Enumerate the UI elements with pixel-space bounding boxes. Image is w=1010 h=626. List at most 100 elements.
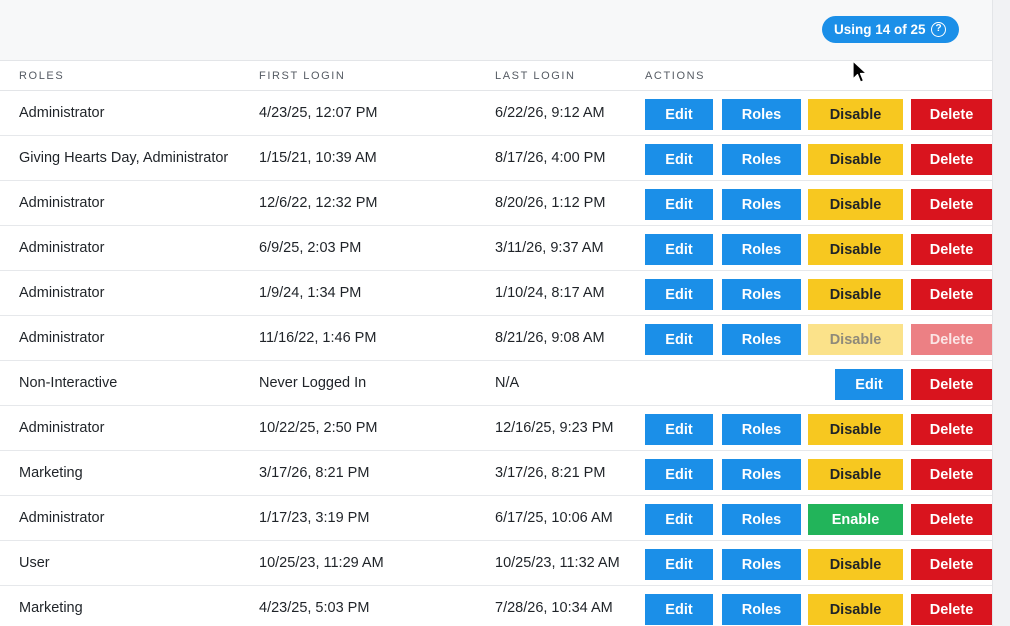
- edit-button[interactable]: Edit: [645, 459, 713, 490]
- delete-button[interactable]: Delete: [911, 504, 992, 535]
- delete-button: Delete: [911, 324, 992, 355]
- roles-button[interactable]: Roles: [722, 234, 801, 265]
- edit-button[interactable]: Edit: [645, 144, 713, 175]
- disable-button: Disable: [808, 324, 903, 355]
- edit-button[interactable]: Edit: [645, 189, 713, 220]
- table-header: ROLES FIRST LOGIN LAST LOGIN ACTIONS: [0, 62, 992, 91]
- edit-button[interactable]: Edit: [645, 594, 713, 625]
- roles-button[interactable]: Roles: [722, 189, 801, 220]
- delete-button[interactable]: Delete: [911, 279, 992, 310]
- column-header-last-login[interactable]: LAST LOGIN: [495, 70, 576, 82]
- roles-cell: Administrator: [19, 105, 105, 121]
- table-row: Marketing 4/23/25, 5:03 PM 7/28/26, 10:34 …: [0, 586, 992, 626]
- edit-button[interactable]: Edit: [645, 324, 713, 355]
- roles-button[interactable]: Roles: [722, 549, 801, 580]
- table-row: Administrator 1/9/24, 1:34 PM 1/10/24, 8:1…: [0, 271, 992, 316]
- table-row: Non-Interactive Never Logged In N/A Edit Del…: [0, 361, 992, 406]
- roles-cell: Administrator: [19, 285, 105, 301]
- last-login-cell: 8/20/26, 1:12 PM: [495, 195, 606, 211]
- last-login-cell: 6/17/25, 10:06 AM: [495, 510, 613, 526]
- edit-button[interactable]: Edit: [645, 99, 713, 130]
- first-login-cell: 11/16/22, 1:46 PM: [259, 330, 377, 346]
- last-login-cell: 1/10/24, 8:17 AM: [495, 285, 605, 301]
- enable-button[interactable]: Enable: [808, 504, 903, 535]
- roles-button[interactable]: Roles: [722, 594, 801, 625]
- first-login-cell: 1/15/21, 10:39 AM: [259, 150, 377, 166]
- roles-button[interactable]: Roles: [722, 279, 801, 310]
- first-login-cell: 12/6/22, 12:32 PM: [259, 195, 378, 211]
- roles-cell: Marketing: [19, 465, 83, 481]
- roles-cell: Administrator: [19, 510, 105, 526]
- first-login-cell: 3/17/26, 8:21 PM: [259, 465, 370, 481]
- delete-button[interactable]: Delete: [911, 99, 992, 130]
- mouse-cursor-icon: [852, 60, 868, 83]
- edit-button[interactable]: Edit: [835, 369, 903, 400]
- table-row: Administrator 6/9/25, 2:03 PM 3/11/26, 9:3…: [0, 226, 992, 271]
- disable-button[interactable]: Disable: [808, 594, 903, 625]
- table-row: Administrator 4/23/25, 12:07 PM 6/22/26, 9…: [0, 91, 992, 136]
- table-row: Administrator 12/6/22, 12:32 PM 8/20/26, 1…: [0, 181, 992, 226]
- scrollbar-track[interactable]: [992, 0, 1010, 626]
- delete-button[interactable]: Delete: [911, 459, 992, 490]
- disable-button[interactable]: Disable: [808, 549, 903, 580]
- first-login-cell: Never Logged In: [259, 375, 367, 391]
- edit-button[interactable]: Edit: [645, 234, 713, 265]
- table-row: Marketing 3/17/26, 8:21 PM 3/17/26, 8:21 P…: [0, 451, 992, 496]
- usage-badge[interactable]: Using 14 of 25 ?: [822, 16, 959, 43]
- roles-cell: Giving Hearts Day, Administrator: [19, 150, 229, 166]
- column-header-first-login[interactable]: FIRST LOGIN: [259, 70, 345, 82]
- delete-button[interactable]: Delete: [911, 369, 992, 400]
- usage-label: Using 14 of 25: [834, 22, 926, 37]
- roles-button[interactable]: Roles: [722, 144, 801, 175]
- edit-button[interactable]: Edit: [645, 279, 713, 310]
- delete-button[interactable]: Delete: [911, 189, 992, 220]
- roles-button[interactable]: Roles: [722, 504, 801, 535]
- last-login-cell: 7/28/26, 10:34 AM: [495, 600, 613, 616]
- question-circle-icon[interactable]: ?: [931, 22, 946, 37]
- last-login-cell: 6/22/26, 9:12 AM: [495, 105, 605, 121]
- table-row: Administrator 11/16/22, 1:46 PM 8/21/26, 9…: [0, 316, 992, 361]
- disable-button[interactable]: Disable: [808, 144, 903, 175]
- disable-button[interactable]: Disable: [808, 99, 903, 130]
- first-login-cell: 1/9/24, 1:34 PM: [259, 285, 362, 301]
- roles-button[interactable]: Roles: [722, 99, 801, 130]
- disable-button[interactable]: Disable: [808, 234, 903, 265]
- roles-cell: Marketing: [19, 600, 83, 616]
- roles-button[interactable]: Roles: [722, 324, 801, 355]
- disable-button[interactable]: Disable: [808, 189, 903, 220]
- roles-button[interactable]: Roles: [722, 459, 801, 490]
- column-header-actions: ACTIONS: [645, 70, 706, 82]
- top-bar: Using 14 of 25 ?: [0, 0, 992, 61]
- delete-button[interactable]: Delete: [911, 414, 992, 445]
- edit-button[interactable]: Edit: [645, 414, 713, 445]
- delete-button[interactable]: Delete: [911, 549, 992, 580]
- users-table-body: Administrator 4/23/25, 12:07 PM 6/22/26, 9…: [0, 91, 992, 626]
- table-row: Giving Hearts Day, Administrator 1/15/21,…: [0, 136, 992, 181]
- last-login-cell: 8/21/26, 9:08 AM: [495, 330, 605, 346]
- roles-cell: Non-Interactive: [19, 375, 118, 391]
- edit-button[interactable]: Edit: [645, 504, 713, 535]
- disable-button[interactable]: Disable: [808, 414, 903, 445]
- column-header-roles[interactable]: ROLES: [19, 70, 64, 82]
- first-login-cell: 10/22/25, 2:50 PM: [259, 420, 378, 436]
- last-login-cell: 8/17/26, 4:00 PM: [495, 150, 606, 166]
- first-login-cell: 6/9/25, 2:03 PM: [259, 240, 362, 256]
- first-login-cell: 4/23/25, 12:07 PM: [259, 105, 378, 121]
- table-row: Administrator 10/22/25, 2:50 PM 12/16/25, …: [0, 406, 992, 451]
- delete-button[interactable]: Delete: [911, 594, 992, 625]
- delete-button[interactable]: Delete: [911, 234, 992, 265]
- roles-cell: Administrator: [19, 195, 105, 211]
- roles-cell: Administrator: [19, 420, 105, 436]
- first-login-cell: 10/25/23, 11:29 AM: [259, 555, 384, 571]
- disable-button[interactable]: Disable: [808, 279, 903, 310]
- delete-button[interactable]: Delete: [911, 144, 992, 175]
- roles-button[interactable]: Roles: [722, 414, 801, 445]
- last-login-cell: 12/16/25, 9:23 PM: [495, 420, 614, 436]
- disable-button[interactable]: Disable: [808, 459, 903, 490]
- edit-button[interactable]: Edit: [645, 549, 713, 580]
- last-login-cell: 3/17/26, 8:21 PM: [495, 465, 606, 481]
- last-login-cell: 3/11/26, 9:37 AM: [495, 240, 604, 256]
- table-row: Administrator 1/17/23, 3:19 PM 6/17/25, 10…: [0, 496, 992, 541]
- roles-cell: Administrator: [19, 330, 105, 346]
- first-login-cell: 1/17/23, 3:19 PM: [259, 510, 370, 526]
